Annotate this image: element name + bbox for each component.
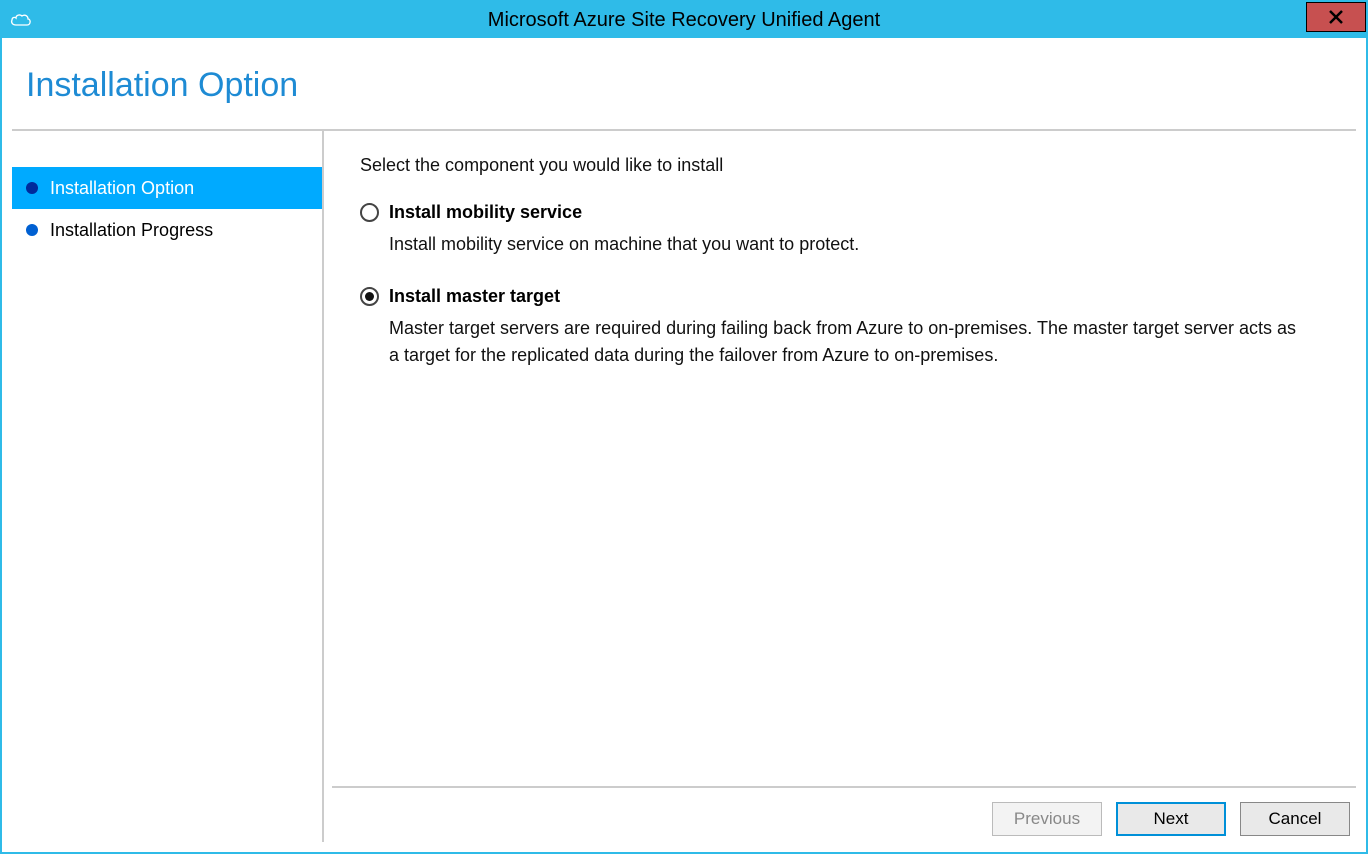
app-cloud-icon [10,12,32,28]
sidebar-item-installation-progress[interactable]: Installation Progress [12,209,322,251]
previous-button: Previous [992,802,1102,836]
radio-label: Install mobility service [389,202,582,223]
wizard-sidebar: Installation Option Installation Progres… [12,131,324,842]
sidebar-item-label: Installation Progress [50,220,213,241]
next-button[interactable]: Next [1116,802,1226,836]
page-header: Installation Option [12,38,1356,129]
page-title: Installation Option [26,66,1356,105]
sidebar-item-installation-option[interactable]: Installation Option [12,167,322,209]
option-master-target: Install master target Master target serv… [360,286,1328,369]
content-area: Installation Option Installation Option … [2,38,1366,852]
step-dot-icon [26,224,38,236]
main-panel: Select the component you would like to i… [332,131,1356,842]
main-content: Select the component you would like to i… [332,131,1356,786]
radio-label: Install master target [389,286,560,307]
titlebar: Microsoft Azure Site Recovery Unified Ag… [2,2,1366,38]
close-icon [1328,9,1344,25]
cancel-button[interactable]: Cancel [1240,802,1350,836]
wizard-footer: Previous Next Cancel [332,802,1356,842]
step-dot-icon [26,182,38,194]
radio-master-target[interactable] [360,287,379,306]
body-area: Installation Option Installation Progres… [12,129,1356,842]
option-mobility-service: Install mobility service Install mobilit… [360,202,1328,258]
close-button[interactable] [1306,2,1366,32]
sidebar-item-label: Installation Option [50,178,194,199]
window-title: Microsoft Azure Site Recovery Unified Ag… [2,9,1366,32]
footer-divider [332,786,1356,788]
option-description: Master target servers are required durin… [389,315,1299,369]
radio-selected-dot-icon [365,292,374,301]
installer-window: Microsoft Azure Site Recovery Unified Ag… [0,0,1368,854]
radio-mobility-service[interactable] [360,203,379,222]
intro-text: Select the component you would like to i… [360,155,1328,176]
option-description: Install mobility service on machine that… [389,231,1299,258]
